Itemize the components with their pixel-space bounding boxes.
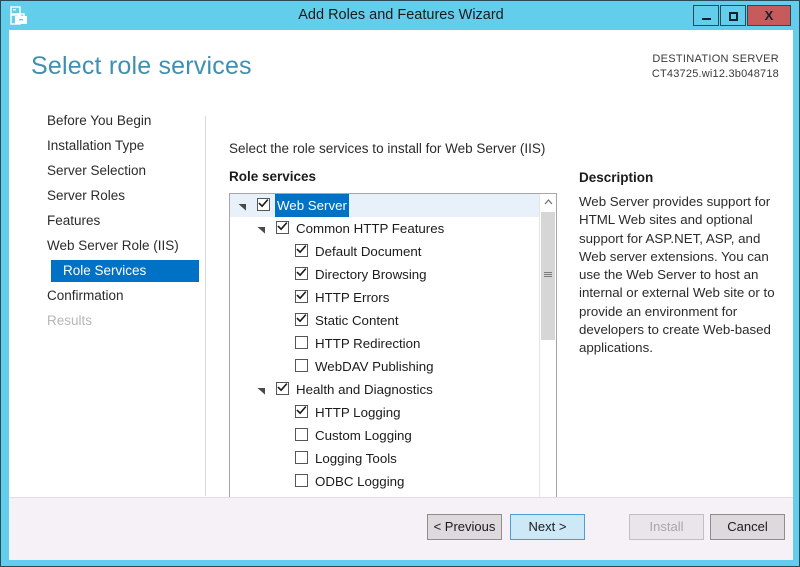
tree-row[interactable]: Directory Browsing xyxy=(230,263,540,286)
instruction-text: Select the role services to install for … xyxy=(229,141,545,156)
tree-item-checkbox[interactable] xyxy=(295,405,308,418)
tree-item-label: Directory Browsing xyxy=(313,263,429,286)
tree-item-label: Health and Diagnostics xyxy=(294,378,435,401)
destination-server-name: CT43725.wi12.3b048718 xyxy=(652,67,779,82)
maximize-button[interactable] xyxy=(720,5,746,26)
tree-item-checkbox[interactable] xyxy=(295,359,308,372)
tree-item-label: ODBC Logging xyxy=(313,470,406,493)
tree-row[interactable]: Default Document xyxy=(230,240,540,263)
cancel-button[interactable]: Cancel xyxy=(710,514,785,540)
minimize-button[interactable] xyxy=(693,5,719,26)
sidebar-item-features[interactable]: Features xyxy=(29,210,199,232)
tree-item-label: Custom Logging xyxy=(313,424,414,447)
tree-item-checkbox[interactable] xyxy=(276,382,289,395)
tree-item-checkbox[interactable] xyxy=(295,290,308,303)
tree-row[interactable]: Health and Diagnostics xyxy=(230,378,540,401)
sidebar-item-before-you-begin[interactable]: Before You Begin xyxy=(29,110,199,132)
minimize-icon xyxy=(702,18,711,20)
tree-item-label: Common HTTP Features xyxy=(294,217,446,240)
sidebar-item-role-services[interactable]: Role Services xyxy=(51,260,199,282)
sidebar-item-web-server-role-iis[interactable]: Web Server Role (IIS) xyxy=(29,235,199,257)
close-button[interactable]: X xyxy=(747,5,791,26)
client-area: Select role services DESTINATION SERVER … xyxy=(9,30,793,560)
tree-row[interactable]: WebDAV Publishing xyxy=(230,355,540,378)
tree-item-label: Web Server xyxy=(275,194,349,217)
expand-collapse-icon[interactable] xyxy=(238,202,247,211)
install-button: Install xyxy=(629,514,704,540)
tree-row[interactable]: Web Server xyxy=(230,194,540,217)
expand-collapse-icon[interactable] xyxy=(257,225,266,234)
tree-item-label: HTTP Errors xyxy=(313,286,391,309)
sidebar-item-results: Results xyxy=(29,310,199,332)
page-title: Select role services xyxy=(31,52,252,81)
tree-item-label: Static Content xyxy=(313,309,401,332)
tree-item-label: WebDAV Publishing xyxy=(313,355,436,378)
tree-row[interactable]: Logging Tools xyxy=(230,447,540,470)
tree-row[interactable]: ODBC Logging xyxy=(230,470,540,493)
tree-item-label: Default Document xyxy=(313,240,423,263)
tree-item-checkbox[interactable] xyxy=(295,428,308,441)
wizard-footer: < Previous Next > Install Cancel xyxy=(9,497,793,560)
sidebar-item-server-selection[interactable]: Server Selection xyxy=(29,160,199,182)
tree-item-checkbox[interactable] xyxy=(276,221,289,234)
tree-item-label: HTTP Redirection xyxy=(313,332,422,355)
tree-item-label: HTTP Logging xyxy=(313,401,403,424)
window-title: Add Roles and Features Wizard xyxy=(1,1,800,30)
destination-server-block: DESTINATION SERVER CT43725.wi12.3b048718 xyxy=(652,52,779,82)
scroll-up-button[interactable] xyxy=(540,194,556,211)
maximize-icon xyxy=(729,12,738,21)
title-bar: Add Roles and Features Wizard X xyxy=(1,1,800,30)
destination-server-label: DESTINATION SERVER xyxy=(652,52,779,67)
tree-row[interactable]: Custom Logging xyxy=(230,424,540,447)
tree-vertical-scrollbar[interactable] xyxy=(539,194,556,509)
wizard-window: Add Roles and Features Wizard X Select r… xyxy=(0,0,800,567)
sidebar-item-confirmation[interactable]: Confirmation xyxy=(29,285,199,307)
tree-item-checkbox[interactable] xyxy=(257,198,270,211)
tree-item-checkbox[interactable] xyxy=(295,336,308,349)
tree-row[interactable]: HTTP Redirection xyxy=(230,332,540,355)
next-button[interactable]: Next > xyxy=(510,514,585,540)
description-label: Description xyxy=(579,170,653,185)
tree-row[interactable]: Static Content xyxy=(230,309,540,332)
tree-row[interactable]: HTTP Errors xyxy=(230,286,540,309)
previous-button[interactable]: < Previous xyxy=(427,514,502,540)
tree-viewport: Web ServerCommon HTTP FeaturesDefault Do… xyxy=(230,194,540,509)
tree-row[interactable]: HTTP Logging xyxy=(230,401,540,424)
role-services-tree[interactable]: Web ServerCommon HTTP FeaturesDefault Do… xyxy=(229,193,557,526)
tree-item-checkbox[interactable] xyxy=(295,313,308,326)
sidebar-item-installation-type[interactable]: Installation Type xyxy=(29,135,199,157)
wizard-steps-nav: Before You Begin Installation Type Server … xyxy=(9,110,205,492)
scroll-grip-icon xyxy=(544,272,552,278)
description-text: Web Server provides support for HTML Web… xyxy=(579,193,785,358)
tree-row[interactable]: Common HTTP Features xyxy=(230,217,540,240)
sidebar-item-server-roles[interactable]: Server Roles xyxy=(29,185,199,207)
tree-item-checkbox[interactable] xyxy=(295,474,308,487)
expand-collapse-icon[interactable] xyxy=(257,386,266,395)
sidebar-divider xyxy=(205,116,206,496)
tree-item-checkbox[interactable] xyxy=(295,267,308,280)
role-services-label: Role services xyxy=(229,169,316,184)
tree-item-checkbox[interactable] xyxy=(295,451,308,464)
vertical-scroll-thumb[interactable] xyxy=(541,212,555,340)
tree-item-checkbox[interactable] xyxy=(295,244,308,257)
tree-item-label: Logging Tools xyxy=(313,447,399,470)
